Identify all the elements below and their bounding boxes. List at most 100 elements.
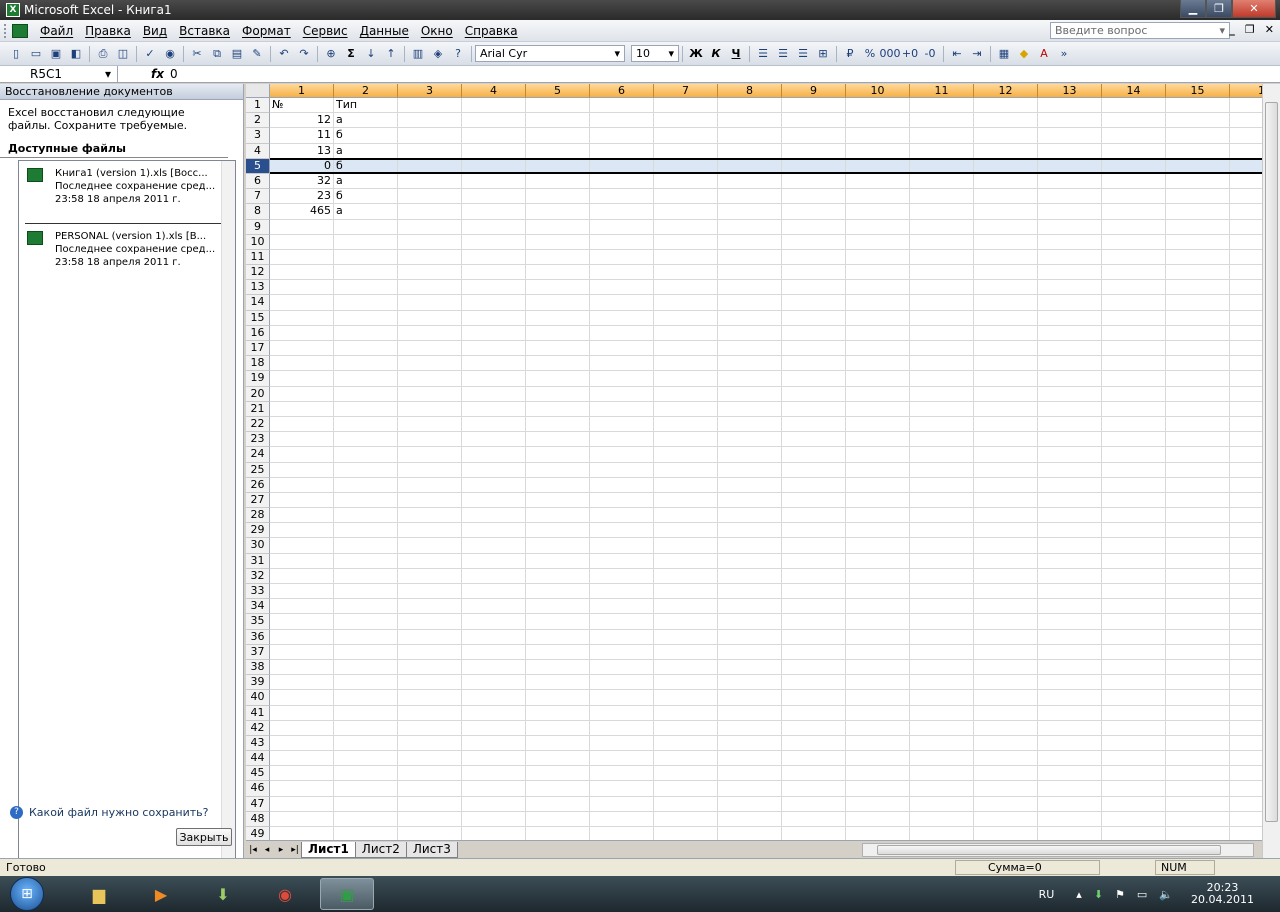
cell[interactable] [334,492,398,509]
cell[interactable] [910,477,974,493]
cell[interactable] [590,265,654,281]
paste-icon[interactable]: ▤ [227,45,247,63]
excel-taskbar-icon[interactable]: ▣ [320,878,374,910]
cell[interactable]: б [334,158,398,174]
cell[interactable] [1102,310,1166,326]
cell[interactable] [910,720,974,736]
cell[interactable] [846,98,910,114]
cell[interactable] [1230,797,1262,812]
cell[interactable] [782,219,846,235]
cell[interactable] [398,477,462,493]
cell[interactable] [334,568,398,584]
cell[interactable] [910,325,974,341]
cell[interactable] [590,553,654,569]
cell[interactable] [910,143,974,159]
cell[interactable] [398,432,462,448]
row-header[interactable]: 15 [246,310,270,326]
cell[interactable] [1166,158,1230,174]
cell[interactable] [398,735,462,752]
cell[interactable] [910,113,974,129]
cell[interactable] [1230,174,1262,190]
cell[interactable] [1038,113,1102,129]
cell[interactable] [526,553,590,569]
row-header[interactable]: 41 [246,705,270,721]
menu-edit[interactable]: Правка [79,24,137,38]
cell[interactable] [654,492,718,509]
cell[interactable] [910,705,974,721]
cell[interactable] [1166,796,1230,812]
cell[interactable] [718,659,782,676]
cell[interactable] [782,690,846,706]
cell[interactable] [782,553,846,569]
cell[interactable] [1102,98,1166,114]
cell[interactable] [718,614,782,630]
cell[interactable] [654,644,718,660]
row-header[interactable]: 13 [246,280,270,296]
cell[interactable] [654,280,718,296]
cell[interactable] [398,523,462,539]
cell[interactable] [1166,356,1230,372]
cell[interactable] [910,568,974,584]
cell[interactable] [590,751,654,767]
cell[interactable] [462,143,526,159]
cell[interactable] [1038,128,1102,144]
cell[interactable] [846,811,910,827]
cell[interactable] [718,356,782,372]
cell[interactable] [1230,326,1262,341]
cell[interactable] [910,614,974,630]
cell[interactable] [718,584,782,600]
doc-close-icon[interactable]: ✕ [1265,23,1274,36]
chevron-down-icon[interactable]: ▾ [1219,24,1225,37]
cell[interactable] [526,751,590,767]
cell[interactable] [526,432,590,448]
cell[interactable]: 11 [270,128,334,144]
cell[interactable] [654,735,718,752]
print-preview-icon[interactable]: ◫ [113,45,133,63]
cell[interactable] [782,204,846,220]
cell[interactable] [846,401,910,417]
cell[interactable] [718,204,782,220]
cell[interactable] [1102,447,1166,463]
cell[interactable] [718,325,782,341]
cell[interactable] [782,189,846,205]
column-header[interactable]: 13 [1038,84,1102,98]
cell[interactable] [334,644,398,660]
cell[interactable] [1230,508,1262,524]
cell[interactable] [1102,113,1166,129]
cell[interactable] [462,462,526,478]
cell[interactable] [1102,386,1166,402]
cell[interactable] [718,234,782,250]
cell[interactable] [526,371,590,387]
cell[interactable] [974,189,1038,205]
cell[interactable] [974,599,1038,615]
cell[interactable] [910,659,974,676]
cell[interactable] [526,386,590,402]
cell[interactable] [590,204,654,220]
cell[interactable] [654,204,718,220]
cell[interactable] [1102,249,1166,266]
cell[interactable] [782,432,846,448]
row-header[interactable]: 24 [246,447,270,463]
sort-descending-icon[interactable]: ↑ [381,45,401,63]
cell[interactable] [1038,523,1102,539]
volume-icon[interactable]: 🔈 [1159,888,1173,901]
row-header[interactable]: 46 [246,781,270,797]
cell[interactable] [1166,386,1230,402]
select-all-corner[interactable] [246,84,270,98]
cell[interactable] [1102,219,1166,235]
cell[interactable] [910,811,974,827]
cell[interactable] [1038,751,1102,767]
cell[interactable] [974,827,1038,840]
cell[interactable] [910,644,974,660]
cell[interactable] [1102,811,1166,827]
menu-help[interactable]: Справка [459,24,524,38]
cell[interactable] [654,766,718,782]
cell[interactable] [846,249,910,266]
cell[interactable] [590,295,654,311]
cell[interactable] [398,675,462,691]
cell[interactable] [1102,432,1166,448]
cell[interactable] [270,310,334,326]
cell[interactable] [782,568,846,584]
cell[interactable] [974,204,1038,220]
cell[interactable] [974,280,1038,296]
